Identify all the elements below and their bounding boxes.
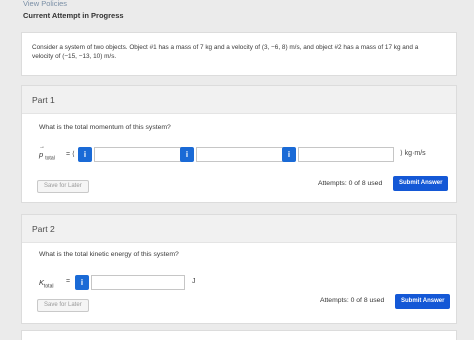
kinetic-energy-input[interactable] [91,275,185,290]
momentum-z-input[interactable] [298,147,394,162]
info-icon[interactable]: i [180,147,194,162]
kinetic-energy-group: i [75,275,189,290]
part-1-card: Part 1 What is the total momentum of thi… [21,85,457,203]
kinetic-energy-symbol-subscript: total [44,283,54,290]
part-2-question: What is the total kinetic energy of this… [39,251,179,258]
kinetic-energy-unit: J [192,278,196,285]
save-for-later-button[interactable]: Save for Later [37,299,89,312]
part-2-header: Part 2 [22,215,456,243]
momentum-x-group: i [78,147,186,162]
part-2-title: Part 2 [32,224,55,234]
momentum-symbol: → p total [39,144,55,162]
part-1-question: What is the total momentum of this syste… [39,124,171,131]
problem-line-1: Consider a system of two objects. Object… [32,44,419,51]
attempts-counter: Attempts: 0 of 8 used [318,180,383,187]
momentum-symbol-subscript: total [45,155,55,162]
problem-statement-card: Consider a system of two objects. Object… [21,32,457,76]
next-section-card [21,330,457,340]
submit-answer-button[interactable]: Submit Answer [393,176,449,191]
equals-sign: = [66,278,71,285]
problem-line-2: velocity of (−15, −13, 10) m/s. [32,53,117,60]
momentum-unit: ⟩ kg·m/s [400,150,426,157]
info-icon[interactable]: i [75,275,89,290]
view-policies-link[interactable]: View Policies [23,0,67,8]
info-icon[interactable]: i [282,147,296,162]
momentum-symbol-letter: p [39,150,44,159]
equals-open-bracket: = ⟨ [66,151,75,158]
save-for-later-button[interactable]: Save for Later [37,180,89,193]
momentum-x-input[interactable] [94,147,186,162]
section-title: Current Attempt in Progress [23,11,124,20]
problem-statement: Consider a system of two objects. Object… [32,43,452,61]
momentum-z-group: i [282,147,398,162]
info-icon[interactable]: i [78,147,92,162]
part-2-card: Part 2 What is the total kinetic energy … [21,214,457,324]
submit-answer-button[interactable]: Submit Answer [395,294,451,309]
part-1-title: Part 1 [32,95,55,105]
momentum-y-input[interactable] [196,147,294,162]
momentum-y-group: i [180,147,296,162]
part-1-header: Part 1 [22,86,456,114]
kinetic-energy-symbol: Ktotal [39,278,53,290]
vector-arrow-icon: → [39,144,45,150]
attempts-counter: Attempts: 0 of 8 used [320,297,385,304]
